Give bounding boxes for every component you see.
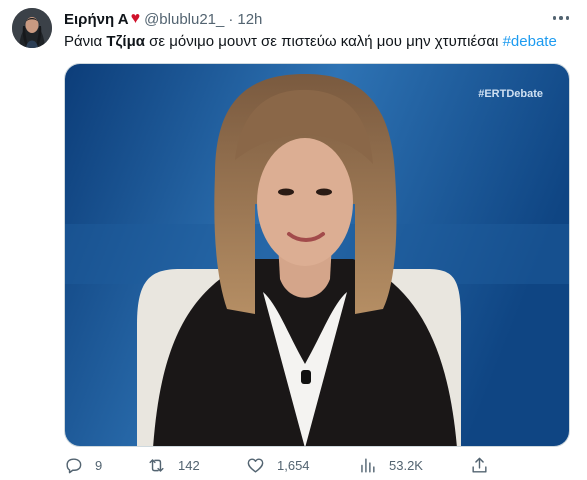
heart-emoji-icon: ♥ [130, 10, 141, 27]
views-count: 53.2K [389, 457, 423, 473]
tweet-text-part: Ράνια [64, 33, 107, 50]
tweet-card[interactable]: Ειρήνη Α ♥ @blublu21_ · 12h Ράνια Τζίμα … [0, 0, 587, 480]
retweet-icon [149, 458, 164, 472]
more-options-icon[interactable] [548, 8, 574, 28]
avatar[interactable] [12, 8, 52, 48]
reply-count: 9 [95, 457, 103, 473]
author-handle[interactable]: @blublu21_ [144, 11, 224, 28]
retweet-count: 142 [178, 457, 200, 473]
tweet-actions-bar: 9 142 1,654 53.2K [64, 455, 514, 475]
reply-button[interactable]: 9 [64, 455, 102, 475]
retweet-button[interactable]: 142 [147, 455, 200, 475]
heart-icon [247, 457, 264, 473]
views-button[interactable]: 53.2K [358, 455, 423, 475]
tweet-media-image[interactable]: #ERTDebate [64, 63, 570, 447]
analytics-icon [361, 457, 375, 473]
author-name[interactable]: Ειρήνη Α [64, 11, 129, 28]
like-count: 1,654 [277, 457, 310, 473]
tweet-text: Ράνια Τζίμα σε μόνιμο μουντ σε πιστεύω κ… [64, 32, 557, 52]
tweet-header: Ειρήνη Α ♥ @blublu21_ · 12h [64, 9, 262, 29]
tweet-text-part: σε μόνιμο μουντ σε πιστεύω καλή μου μην … [145, 33, 503, 50]
tweet-timestamp[interactable]: 12h [237, 11, 262, 28]
media-watermark: #ERTDebate [478, 88, 543, 100]
tweet-text-bold: Τζίμα [106, 33, 145, 50]
share-icon [472, 457, 487, 473]
reply-icon [66, 457, 82, 473]
separator-dot: · [228, 10, 234, 28]
hashtag-link[interactable]: #debate [503, 33, 557, 50]
share-button[interactable] [470, 455, 489, 475]
like-button[interactable]: 1,654 [246, 455, 310, 475]
